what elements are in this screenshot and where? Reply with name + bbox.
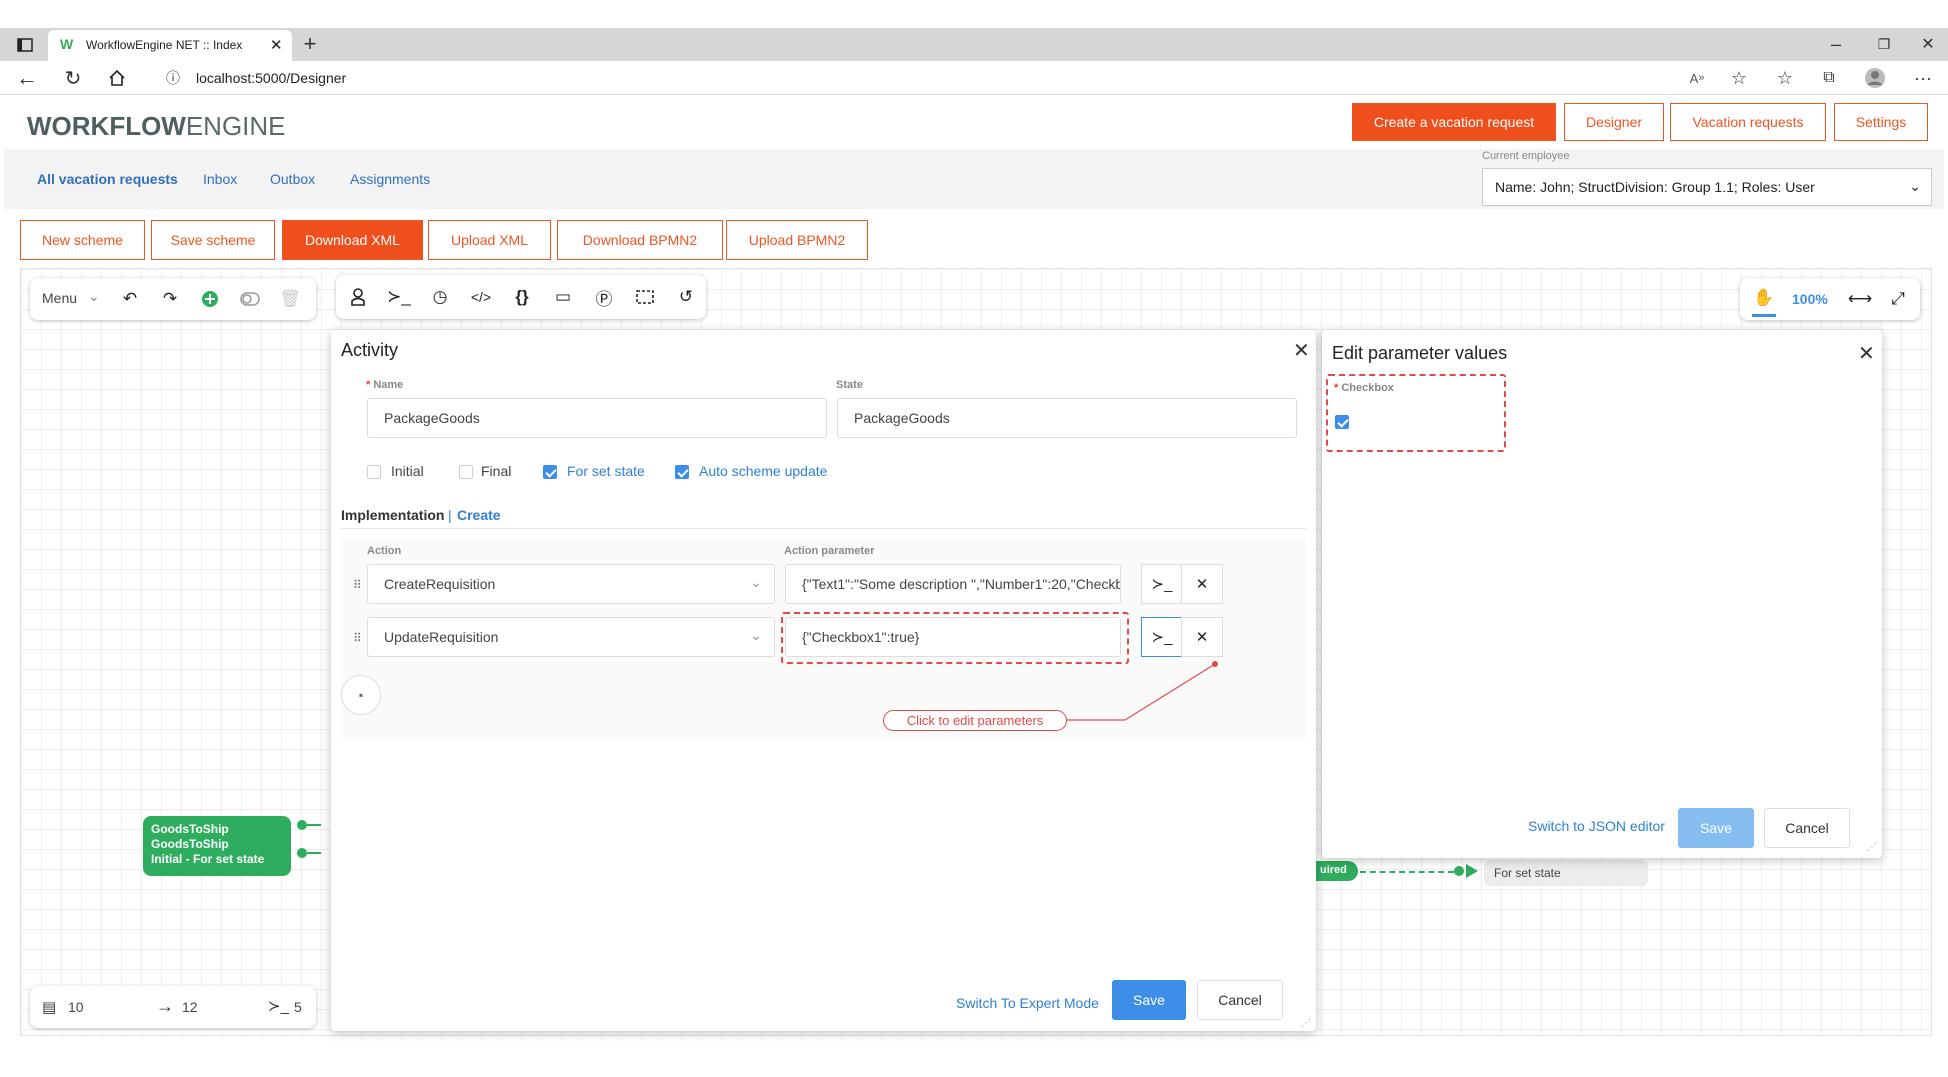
view-toolbox: ✋ 100% ⟷ ⤢ bbox=[1740, 278, 1920, 320]
callout-connector bbox=[1067, 661, 1218, 721]
download-bpmn2-button[interactable]: Download BPMN2 bbox=[557, 220, 723, 260]
window-close-icon[interactable]: ✕ bbox=[1916, 32, 1940, 56]
timer-icon[interactable]: ◷ bbox=[428, 285, 452, 309]
current-employee-select[interactable]: Name: John; StructDivision: Group 1.1; R… bbox=[1482, 168, 1932, 206]
fullscreen-icon[interactable]: ⤢ bbox=[1886, 287, 1910, 311]
node-flags: Initial - For set state bbox=[151, 852, 265, 866]
history-icon[interactable]: ↺ bbox=[674, 285, 698, 309]
connector-line bbox=[307, 824, 321, 826]
actions-count: 5 bbox=[294, 999, 302, 1015]
app-logo[interactable]: WORKFLOWENGINE bbox=[27, 111, 286, 142]
add-favorite-icon[interactable]: ☆ bbox=[1726, 66, 1752, 90]
tab-close-icon[interactable]: ✕ bbox=[270, 36, 283, 54]
fit-width-icon[interactable]: ⟷ bbox=[1848, 287, 1872, 311]
edit-parameters-dialog: Edit parameter values ✕ * Checkbox Switc… bbox=[1322, 330, 1882, 858]
close-icon[interactable]: ✕ bbox=[1858, 341, 1875, 366]
back-icon[interactable]: ← bbox=[14, 65, 40, 90]
save-button[interactable]: Save bbox=[1678, 808, 1754, 848]
toggle-icon[interactable] bbox=[238, 287, 262, 311]
activities-count: 10 bbox=[68, 999, 84, 1015]
target-activity-node[interactable]: For set state bbox=[1484, 860, 1648, 886]
scheme-stats: ▤ 10 → 12 ≻_ 5 bbox=[30, 986, 316, 1028]
transition-line bbox=[1360, 871, 1454, 873]
create-vacation-request-button[interactable]: Create a vacation request bbox=[1352, 103, 1556, 141]
collections-icon[interactable]: ⧉ bbox=[1816, 66, 1842, 90]
reload-icon[interactable]: ↻ bbox=[60, 66, 86, 90]
nav-assignments[interactable]: Assignments bbox=[350, 171, 430, 187]
address-bar: ← ↻ ⓘ localhost:5000/Designer A» ☆ ☆ ⧉ ·… bbox=[0, 61, 1948, 95]
activity-dialog: Activity ✕ * Name PackageGoods State Pac… bbox=[331, 330, 1316, 1031]
redo-icon[interactable]: ↷ bbox=[158, 287, 182, 311]
chevron-down-icon: ⌄ bbox=[1909, 178, 1921, 194]
profile-icon[interactable] bbox=[1862, 66, 1888, 90]
node-port-bottom[interactable] bbox=[297, 848, 307, 858]
node-port-top[interactable] bbox=[297, 820, 307, 830]
vacation-requests-button[interactable]: Vacation requests bbox=[1670, 103, 1826, 141]
save-scheme-button[interactable]: Save scheme bbox=[151, 220, 275, 260]
nav-all-vacation-requests[interactable]: All vacation requests bbox=[37, 171, 178, 187]
more-icon[interactable]: ··· bbox=[1910, 66, 1936, 90]
new-scheme-button[interactable]: New scheme bbox=[20, 220, 145, 260]
selection-icon[interactable] bbox=[633, 285, 657, 309]
comment-icon[interactable]: ▭ bbox=[551, 285, 575, 309]
menu-chevron-icon[interactable]: ⌄ bbox=[88, 288, 100, 305]
resize-handle-icon[interactable]: ⋰ bbox=[1867, 842, 1877, 853]
transition-dot bbox=[1454, 866, 1464, 876]
current-employee-label: Current employee bbox=[1482, 150, 1570, 162]
edit-parameters-title: Edit parameter values bbox=[1332, 343, 1508, 363]
nav-outbox[interactable]: Outbox bbox=[270, 171, 315, 187]
actions-count-icon: ≻_ bbox=[268, 998, 289, 1015]
cancel-button[interactable]: Cancel bbox=[1197, 980, 1283, 1020]
restore-icon[interactable]: ❐ bbox=[1872, 32, 1896, 56]
new-tab-icon[interactable]: + bbox=[298, 31, 322, 56]
transitions-count: 12 bbox=[182, 999, 198, 1015]
process-icon[interactable]: Ⓟ bbox=[592, 285, 616, 309]
activities-count-icon: ▤ bbox=[42, 999, 57, 1016]
pan-hand-icon[interactable]: ✋ bbox=[1752, 286, 1776, 310]
favorites-icon[interactable]: ☆ bbox=[1772, 66, 1798, 90]
zoom-level[interactable]: 100% bbox=[1792, 291, 1828, 307]
command-icon[interactable]: ≻_ bbox=[387, 285, 411, 309]
info-icon[interactable]: ⓘ bbox=[162, 66, 184, 90]
browser-tab[interactable]: W WorkflowEngine NET :: Index ✕ bbox=[48, 30, 292, 61]
upload-xml-button[interactable]: Upload XML bbox=[428, 220, 551, 260]
transition-arrow-icon bbox=[1466, 864, 1478, 878]
save-button[interactable]: Save bbox=[1112, 980, 1186, 1020]
elements-toolbox: ≻_ ◷ </> {} ▭ Ⓟ ↺ bbox=[336, 275, 706, 319]
highlight-checkbox-box bbox=[1326, 374, 1506, 452]
minimize-icon[interactable]: – bbox=[1824, 32, 1848, 56]
parameters-icon[interactable]: {} bbox=[510, 285, 534, 309]
connector-line bbox=[307, 852, 321, 854]
workflow-favicon-icon: W bbox=[60, 36, 74, 52]
designer-button[interactable]: Designer bbox=[1564, 103, 1664, 141]
undo-icon[interactable]: ↶ bbox=[118, 287, 142, 311]
pan-active-indicator bbox=[1752, 314, 1776, 317]
transition-condition-label[interactable]: uired bbox=[1316, 861, 1358, 881]
actor-icon[interactable] bbox=[346, 285, 370, 309]
upload-bpmn2-button[interactable]: Upload BPMN2 bbox=[726, 220, 868, 260]
code-icon[interactable]: </> bbox=[469, 285, 493, 309]
node-state: GoodsToShip bbox=[151, 837, 229, 851]
url-text[interactable]: localhost:5000/Designer bbox=[196, 70, 346, 86]
switch-to-expert-mode-link[interactable]: Switch To Expert Mode bbox=[956, 995, 1099, 1011]
add-icon[interactable] bbox=[198, 287, 222, 311]
switch-to-json-editor-link[interactable]: Switch to JSON editor bbox=[1528, 818, 1665, 834]
browser-tab-bar: W WorkflowEngine NET :: Index ✕ + – ❐ ✕ bbox=[0, 28, 1948, 61]
resize-handle-icon[interactable]: ⋰ bbox=[1301, 1018, 1311, 1029]
menu-button[interactable]: Menu bbox=[42, 290, 77, 306]
left-toolbox: Menu ⌄ ↶ ↷ 🗑 bbox=[30, 278, 316, 320]
node-name: GoodsToShip bbox=[151, 822, 229, 836]
home-icon[interactable] bbox=[104, 66, 130, 90]
delete-icon[interactable]: 🗑 bbox=[278, 287, 302, 311]
cancel-button[interactable]: Cancel bbox=[1764, 808, 1850, 848]
settings-button[interactable]: Settings bbox=[1834, 103, 1928, 141]
read-aloud-icon[interactable]: A» bbox=[1684, 66, 1710, 90]
tab-actions-icon[interactable] bbox=[14, 34, 36, 56]
download-xml-button[interactable]: Download XML bbox=[282, 220, 423, 260]
activity-node-goodstoship[interactable]: GoodsToShip GoodsToShip Initial - For se… bbox=[143, 816, 291, 876]
transitions-count-icon: → bbox=[156, 996, 174, 1016]
nav-inbox[interactable]: Inbox bbox=[203, 171, 237, 187]
callout-label: Click to edit parameters bbox=[883, 710, 1067, 731]
tab-title: WorkflowEngine NET :: Index bbox=[86, 38, 243, 52]
